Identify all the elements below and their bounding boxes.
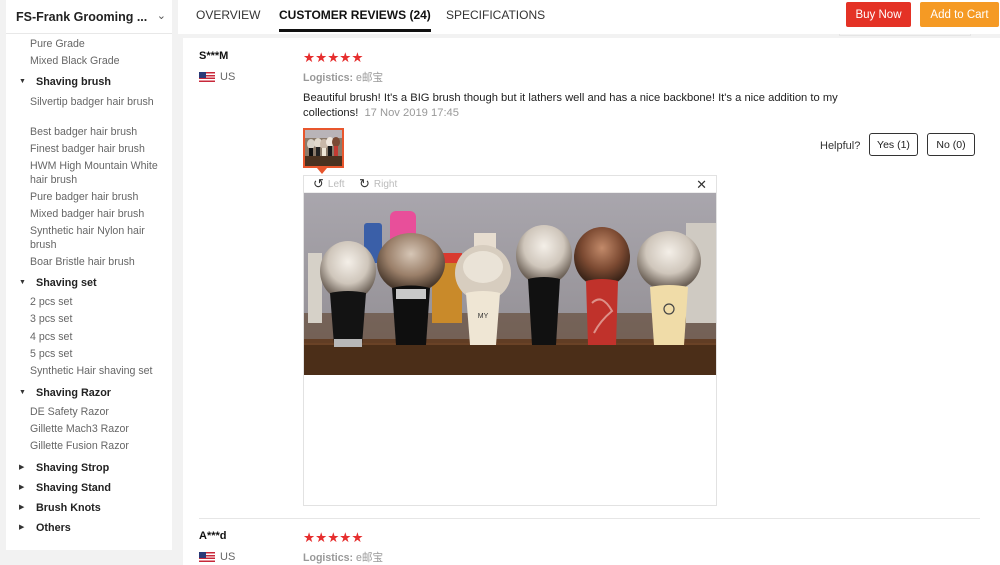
caret-down-icon[interactable]: ▼ [19,386,26,400]
buy-now-button[interactable]: Buy Now [846,2,911,27]
tab-specifications[interactable]: SPECIFICATIONS [446,0,545,32]
reviewer-name: A***d [199,530,227,542]
category-others[interactable]: Others [36,521,71,535]
photo-viewer-toolbar: ↺ Left ↻ Right ✕ [304,176,716,193]
review-divider [199,518,980,519]
subcategory-synthetic-hair-nylon-hair-brush[interactable]: Synthetic hair Nylon hair brush [30,225,166,252]
subcategory-de-safety-razor[interactable]: DE Safety Razor [30,406,166,420]
tab-overview[interactable]: OVERVIEW [196,0,260,32]
logistics-info: Logistics: e邮宝 [303,550,383,565]
shaving-brushes-photo: MY [304,193,716,375]
subcategory-hwm-high-mountain-white-hair-brush[interactable]: HWM High Mountain White hair brush [30,160,166,187]
filter-box-edge [839,34,971,36]
subcategory-mixed-black-grade[interactable]: Mixed Black Grade [30,55,166,69]
category-shaving-brush[interactable]: Shaving brush [36,75,111,89]
subcategory-gillette-fusion-razor[interactable]: Gillette Fusion Razor [30,440,166,454]
review-body: Beautiful brush! It's a BIG brush though… [303,91,863,121]
thumbnail-pointer [317,168,327,174]
subcategory-synthetic-hair-shaving-set[interactable]: Synthetic Hair shaving set [30,365,166,379]
category-brush-knots[interactable]: Brush Knots [36,501,101,515]
reviewer-country: US [199,551,235,563]
reviewer-name: S***M [199,50,229,62]
logistics-label: Logistics: [303,72,354,84]
subcategory-finest-badger-hair-brush[interactable]: Finest badger hair brush [30,143,166,157]
helpful-label: Helpful? [820,140,861,152]
photo-viewer: ↺ Left ↻ Right ✕ MY [303,175,717,506]
caret-right-icon[interactable]: ▶ [19,461,24,475]
review-date: 17 Nov 2019 17:45 [364,107,460,119]
subcategory-pure-badger-hair-brush[interactable]: Pure badger hair brush [30,191,166,205]
rotate-right-icon: ↻ [359,176,370,191]
category-shaving-set[interactable]: Shaving set [36,276,97,290]
helpful-yes-button[interactable]: Yes (1) [869,133,918,156]
reviewer-country: US [199,71,235,83]
caret-down-icon[interactable]: ▼ [19,75,26,89]
subcategory-5-pcs-set[interactable]: 5 pcs set [30,348,166,362]
thumbnail-image [305,130,342,166]
category-shaving-razor[interactable]: Shaving Razor [36,386,111,400]
subcategory-boar-bristle-hair-brush[interactable]: Boar Bristle hair brush [30,256,166,270]
caret-down-icon[interactable]: ▼ [19,276,26,290]
country-code: US [220,551,236,563]
us-flag-icon [199,552,215,562]
helpful-no-button[interactable]: No (0) [927,133,975,156]
rotate-right-label: Right [373,178,398,190]
product-tabs-bar: OVERVIEW CUSTOMER REVIEWS (24) SPECIFICA… [178,0,1000,34]
subcategory-mixed-badger-hair-brush[interactable]: Mixed badger hair brush [30,208,166,222]
store-sidebar: FS-Frank Grooming ... ⌄ Pure Grade Mixed … [0,0,178,565]
rotate-right-button[interactable]: ↻ Right [359,176,398,191]
subcategory-4-pcs-set[interactable]: 4 pcs set [30,331,166,345]
logistics-value: e邮宝 [355,72,384,84]
rotate-left-label: Left [327,178,345,190]
category-shaving-strop[interactable]: Shaving Strop [36,461,109,475]
review-photo: MY [304,193,716,375]
category-list: Pure Grade Mixed Black Grade ▼ Shaving brus… [6,34,172,550]
review-photo-thumbnail[interactable] [303,128,344,168]
subcategory-3-pcs-set[interactable]: 3 pcs set [30,313,166,327]
caret-right-icon[interactable]: ▶ [19,501,24,515]
reviews-panel: S***M US ★★★★★ Logistics: e邮宝 Beautiful … [183,34,1000,565]
logistics-info: Logistics: e邮宝 [303,70,383,85]
caret-right-icon[interactable]: ▶ [19,521,24,535]
logistics-value: e邮宝 [355,552,384,564]
caret-right-icon[interactable]: ▶ [19,481,24,495]
store-selector[interactable]: FS-Frank Grooming ... ⌄ [6,0,172,34]
tab-customer-reviews[interactable]: CUSTOMER REVIEWS (24) [279,0,431,32]
star-rating: ★★★★★ [303,50,364,65]
chevron-down-icon[interactable]: ⌄ [157,9,166,22]
star-rating: ★★★★★ [303,530,364,545]
country-code: US [220,71,236,83]
rotate-left-button[interactable]: ↺ Left [313,176,345,191]
subcategory-silvertip-badger-hair-brush[interactable]: Silvertip badger hair brush [30,96,166,110]
svg-text:MY: MY [478,313,489,320]
subcategory-best-badger-hair-brush[interactable]: Best badger hair brush [30,126,166,140]
add-to-cart-button[interactable]: Add to Cart [920,2,999,27]
subcategory-gillette-mach3-razor[interactable]: Gillette Mach3 Razor [30,423,166,437]
store-name: FS-Frank Grooming ... [16,9,148,24]
subcategory-2-pcs-set[interactable]: 2 pcs set [30,296,166,310]
subcategory-pure-grade[interactable]: Pure Grade [30,38,166,52]
logistics-label: Logistics: [303,552,354,564]
us-flag-icon [199,72,215,82]
category-shaving-stand[interactable]: Shaving Stand [36,481,111,495]
close-icon[interactable]: ✕ [696,177,707,193]
rotate-left-icon: ↺ [313,176,324,191]
